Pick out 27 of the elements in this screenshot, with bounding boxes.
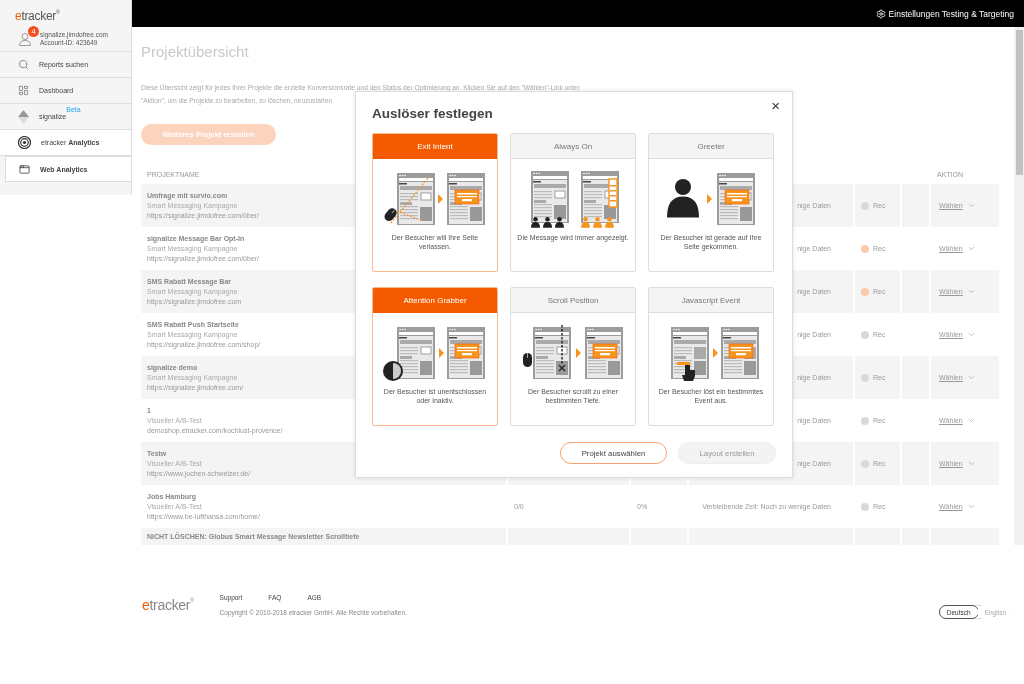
logo: etracker$^{®}$ (15, 9, 60, 23)
scrollbar[interactable] (1014, 27, 1024, 545)
chevron-down-icon[interactable] (966, 459, 976, 468)
settings-link[interactable]: Einstellungen Testing & Targeting (875, 8, 1014, 19)
chevron-down-icon[interactable] (966, 502, 976, 511)
signal-arcs-icon (18, 136, 31, 149)
chevron-down-icon[interactable] (966, 287, 976, 296)
dashboard-icon (18, 85, 29, 96)
chevron-down-icon[interactable] (966, 416, 976, 425)
search-icon (18, 59, 29, 70)
settings-icon (875, 8, 886, 19)
footer-logo: etracker$^{®}$ (142, 596, 194, 613)
chevron-down-icon[interactable] (966, 330, 976, 339)
card-title: Scroll Position (511, 288, 635, 313)
card-title: Greeter (649, 134, 773, 159)
card-title: Always On (511, 134, 635, 159)
diamond-icon (18, 109, 29, 124)
card-title: Javascript Event (649, 288, 773, 313)
dialog-title: Auslöser festlegen (372, 106, 493, 121)
chevron-down-icon[interactable] (966, 201, 976, 210)
user-icon (18, 32, 32, 46)
card-title: Attention Grabber (373, 288, 497, 313)
close-button[interactable]: × (771, 98, 780, 114)
card-title: Exit Intent (373, 134, 497, 159)
chevron-down-icon[interactable] (966, 244, 976, 253)
chevron-down-icon[interactable] (966, 373, 976, 382)
window-icon (19, 163, 30, 175)
